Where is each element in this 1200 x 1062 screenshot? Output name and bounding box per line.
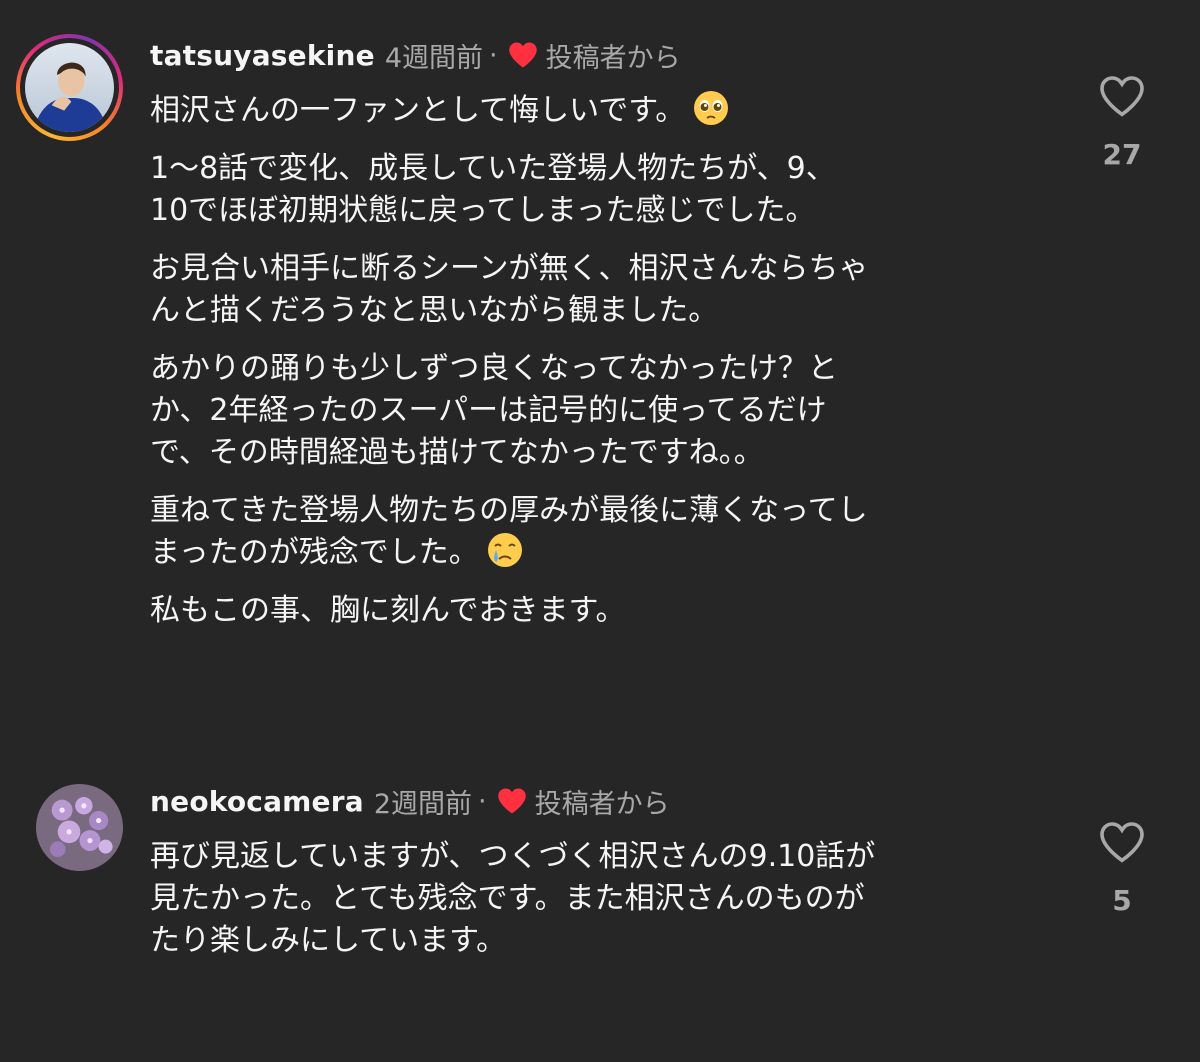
- comment-text: 再び見返していますが、つくづく相沢さんの9.10話が 見たかった。とても残念です…: [150, 836, 1050, 978]
- comment-paragraph: 重ねてきた登場人物たちの厚みが最後に薄くなってし まったのが残念でした。: [150, 490, 1050, 574]
- red-heart-icon: [508, 42, 537, 68]
- pleading-face-emoji: [694, 91, 729, 125]
- avatar[interactable]: [36, 784, 123, 871]
- username[interactable]: neokocamera: [150, 785, 364, 818]
- crying-face-emoji: [487, 533, 522, 567]
- comment-header: tatsuyasekine 4週間前 · 投稿者から: [150, 35, 681, 75]
- comment-paragraph: 相沢さんの一ファンとして悔しいです。: [150, 90, 1050, 132]
- like-count: 5: [1112, 884, 1132, 917]
- by-author-label: 投稿者から: [534, 788, 670, 820]
- comment-text: 相沢さんの一ファンとして悔しいです。 1～8話で変化、成長していた登場人物たちが…: [150, 90, 1050, 648]
- avatar[interactable]: [16, 34, 123, 141]
- timestamp: 2週間前: [373, 788, 473, 820]
- comment-paragraph-text: 相沢さんの一ファンとして悔しいです。: [150, 93, 686, 128]
- red-heart-icon: [497, 788, 526, 814]
- heart-outline-icon[interactable]: [1098, 74, 1146, 118]
- separator: ·: [489, 39, 498, 71]
- comment-paragraph: 再び見返していますが、つくづく相沢さんの9.10話が 見たかった。とても残念です…: [150, 839, 876, 958]
- comment-paragraph: あかりの踊りも少しずつ良くなってなかったけ？と か、2年経ったのスーパーは記号的…: [150, 351, 838, 470]
- comment-header: neokocamera 2週間前 · 投稿者から: [150, 781, 670, 821]
- comment-paragraph: 1～8話で変化、成長していた登場人物たちが、9、 10でほぼ初期状態に戻ってしま…: [150, 151, 836, 228]
- comment-paragraph: 私もこの事、胸に刻んでおきます。: [150, 593, 626, 628]
- timestamp: 4週間前: [384, 42, 483, 74]
- profile-photo: [25, 43, 114, 132]
- by-author-label: 投稿者から: [545, 42, 681, 74]
- separator: ·: [478, 785, 487, 817]
- like-count: 27: [1102, 138, 1142, 171]
- like-control: 27: [1094, 74, 1150, 171]
- like-control: 5: [1094, 820, 1150, 917]
- comment-paragraph: お見合い相手に断るシーンが無く、相沢さんならちゃ んと描くだろうなと思いながら観…: [150, 251, 869, 328]
- username[interactable]: tatsuyasekine: [150, 39, 375, 72]
- heart-outline-icon[interactable]: [1098, 820, 1146, 864]
- profile-photo: [36, 784, 123, 871]
